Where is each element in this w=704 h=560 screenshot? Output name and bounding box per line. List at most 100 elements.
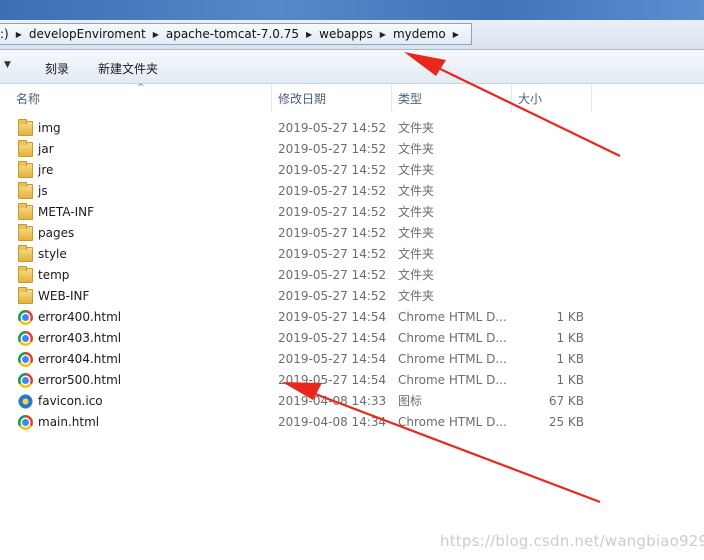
column-header-type[interactable]: 类型 bbox=[392, 84, 512, 112]
folder-icon bbox=[18, 182, 33, 199]
breadcrumb-item-drive[interactable]: :) bbox=[0, 27, 9, 41]
file-row[interactable]: img 2019-05-27 14:52 文件夹 bbox=[0, 118, 704, 139]
file-name: error400.html bbox=[38, 310, 122, 324]
chrome-icon bbox=[18, 415, 33, 430]
file-row[interactable]: temp 2019-05-27 14:52 文件夹 bbox=[0, 265, 704, 286]
folder-icon bbox=[18, 245, 33, 262]
folder-icon bbox=[18, 203, 33, 220]
chrome-icon bbox=[18, 310, 33, 325]
file-row[interactable]: style 2019-05-27 14:52 文件夹 bbox=[0, 244, 704, 265]
chevron-right-icon[interactable]: ▶ bbox=[306, 30, 312, 39]
burn-button[interactable]: 刻录 bbox=[45, 60, 69, 77]
folder-icon bbox=[18, 266, 33, 283]
breadcrumb-item-tomcat[interactable]: ▶ apache-tomcat-7.0.75 bbox=[146, 27, 299, 41]
file-row[interactable]: META-INF 2019-05-27 14:52 文件夹 bbox=[0, 202, 704, 223]
file-date: 2019-05-27 14:54 bbox=[278, 310, 387, 324]
file-type: 文件夹 bbox=[398, 289, 435, 303]
file-list: img 2019-05-27 14:52 文件夹 jar 2019-05-27 14:5… bbox=[0, 118, 704, 433]
file-size: 25 KB bbox=[548, 415, 584, 429]
file-type: 文件夹 bbox=[398, 163, 435, 177]
address-bar[interactable]: :) ▶ developEnviroment ▶ apache-tomcat-7… bbox=[0, 20, 704, 50]
file-row[interactable]: error500.html 2019-05-27 14:54 Chrome HTML… bbox=[0, 370, 704, 391]
file-type: 文件夹 bbox=[398, 142, 435, 156]
chevron-right-icon[interactable]: ▶ bbox=[453, 30, 459, 39]
folder-icon bbox=[18, 224, 33, 241]
file-name: main.html bbox=[38, 415, 100, 429]
column-header-date[interactable]: 修改日期 bbox=[272, 84, 392, 112]
file-date: 2019-05-27 14:52 bbox=[278, 226, 387, 240]
organize-dropdown-icon[interactable]: ▼ bbox=[4, 60, 11, 70]
file-size: 1 KB bbox=[556, 331, 584, 345]
file-name: error403.html bbox=[38, 331, 122, 345]
file-date: 2019-05-27 14:52 bbox=[278, 205, 387, 219]
file-date: 2019-05-27 14:52 bbox=[278, 142, 387, 156]
file-name: error500.html bbox=[38, 373, 122, 387]
file-name: style bbox=[38, 247, 67, 261]
chevron-right-icon[interactable]: ▶ bbox=[16, 30, 22, 39]
file-size: 1 KB bbox=[556, 352, 584, 366]
file-date: 2019-04-08 14:34 bbox=[278, 415, 387, 429]
file-type: 文件夹 bbox=[398, 247, 435, 261]
file-type: Chrome HTML D... bbox=[398, 352, 507, 366]
file-size: 1 KB bbox=[556, 373, 584, 387]
file-type: 文件夹 bbox=[398, 268, 435, 282]
file-row[interactable]: main.html 2019-04-08 14:34 Chrome HTML D..… bbox=[0, 412, 704, 433]
chrome-icon bbox=[18, 373, 33, 388]
file-type: 文件夹 bbox=[398, 184, 435, 198]
breadcrumb-item-developenviroment[interactable]: ▶ developEnviroment bbox=[9, 27, 146, 41]
file-name: WEB-INF bbox=[38, 289, 90, 303]
folder-icon bbox=[18, 140, 33, 157]
file-row[interactable]: error400.html 2019-05-27 14:54 Chrome HTML… bbox=[0, 307, 704, 328]
file-row[interactable]: favicon.ico 2019-04-08 14:33 图标 67 KB bbox=[0, 391, 704, 412]
new-folder-button[interactable]: 新建文件夹 bbox=[98, 60, 158, 77]
ico-icon bbox=[18, 394, 33, 409]
file-date: 2019-05-27 14:54 bbox=[278, 331, 387, 345]
column-header-size[interactable]: 大小 bbox=[512, 84, 592, 112]
watermark: https://blog.csdn.net/wangbiao9292 bbox=[440, 532, 704, 550]
file-name: favicon.ico bbox=[38, 394, 103, 408]
file-type: 图标 bbox=[398, 394, 423, 408]
file-date: 2019-04-08 14:33 bbox=[278, 394, 387, 408]
file-row[interactable]: jar 2019-05-27 14:52 文件夹 bbox=[0, 139, 704, 160]
file-type: 文件夹 bbox=[398, 205, 435, 219]
toolbar: ▼ 刻录 新建文件夹 bbox=[0, 50, 704, 84]
file-type: 文件夹 bbox=[398, 121, 435, 135]
chrome-icon bbox=[18, 331, 33, 346]
chevron-right-icon[interactable]: ▶ bbox=[153, 30, 159, 39]
chevron-right-icon[interactable]: ▶ bbox=[380, 30, 386, 39]
file-row[interactable]: jre 2019-05-27 14:52 文件夹 bbox=[0, 160, 704, 181]
file-name: META-INF bbox=[38, 205, 95, 219]
file-date: 2019-05-27 14:52 bbox=[278, 184, 387, 198]
file-row[interactable]: error403.html 2019-05-27 14:54 Chrome HTML… bbox=[0, 328, 704, 349]
breadcrumb-item-mydemo[interactable]: ▶ mydemo ▶ bbox=[373, 27, 466, 41]
file-date: 2019-05-27 14:52 bbox=[278, 247, 387, 261]
file-row[interactable]: js 2019-05-27 14:52 文件夹 bbox=[0, 181, 704, 202]
folder-icon bbox=[18, 161, 33, 178]
breadcrumb[interactable]: :) ▶ developEnviroment ▶ apache-tomcat-7… bbox=[0, 23, 472, 45]
breadcrumb-item-webapps[interactable]: ▶ webapps bbox=[299, 27, 373, 41]
file-name: jre bbox=[38, 163, 54, 177]
file-name: jar bbox=[38, 142, 54, 156]
window-top-band bbox=[0, 0, 704, 20]
file-name: error404.html bbox=[38, 352, 122, 366]
file-date: 2019-05-27 14:52 bbox=[278, 163, 387, 177]
file-name: pages bbox=[38, 226, 75, 240]
file-type: Chrome HTML D... bbox=[398, 310, 507, 324]
file-row[interactable]: pages 2019-05-27 14:52 文件夹 bbox=[0, 223, 704, 244]
file-date: 2019-05-27 14:54 bbox=[278, 352, 387, 366]
file-date: 2019-05-27 14:54 bbox=[278, 373, 387, 387]
file-type: Chrome HTML D... bbox=[398, 415, 507, 429]
file-name: temp bbox=[38, 268, 70, 282]
folder-icon bbox=[18, 119, 33, 136]
column-header-name[interactable]: 名称 bbox=[10, 84, 272, 112]
file-name: js bbox=[38, 184, 48, 198]
file-type: Chrome HTML D... bbox=[398, 373, 507, 387]
file-row[interactable]: WEB-INF 2019-05-27 14:52 文件夹 bbox=[0, 286, 704, 307]
folder-icon bbox=[18, 287, 33, 304]
file-date: 2019-05-27 14:52 bbox=[278, 268, 387, 282]
chrome-icon bbox=[18, 352, 33, 367]
file-name: img bbox=[38, 121, 61, 135]
file-date: 2019-05-27 14:52 bbox=[278, 121, 387, 135]
file-type: Chrome HTML D... bbox=[398, 331, 507, 345]
file-row[interactable]: error404.html 2019-05-27 14:54 Chrome HTML… bbox=[0, 349, 704, 370]
